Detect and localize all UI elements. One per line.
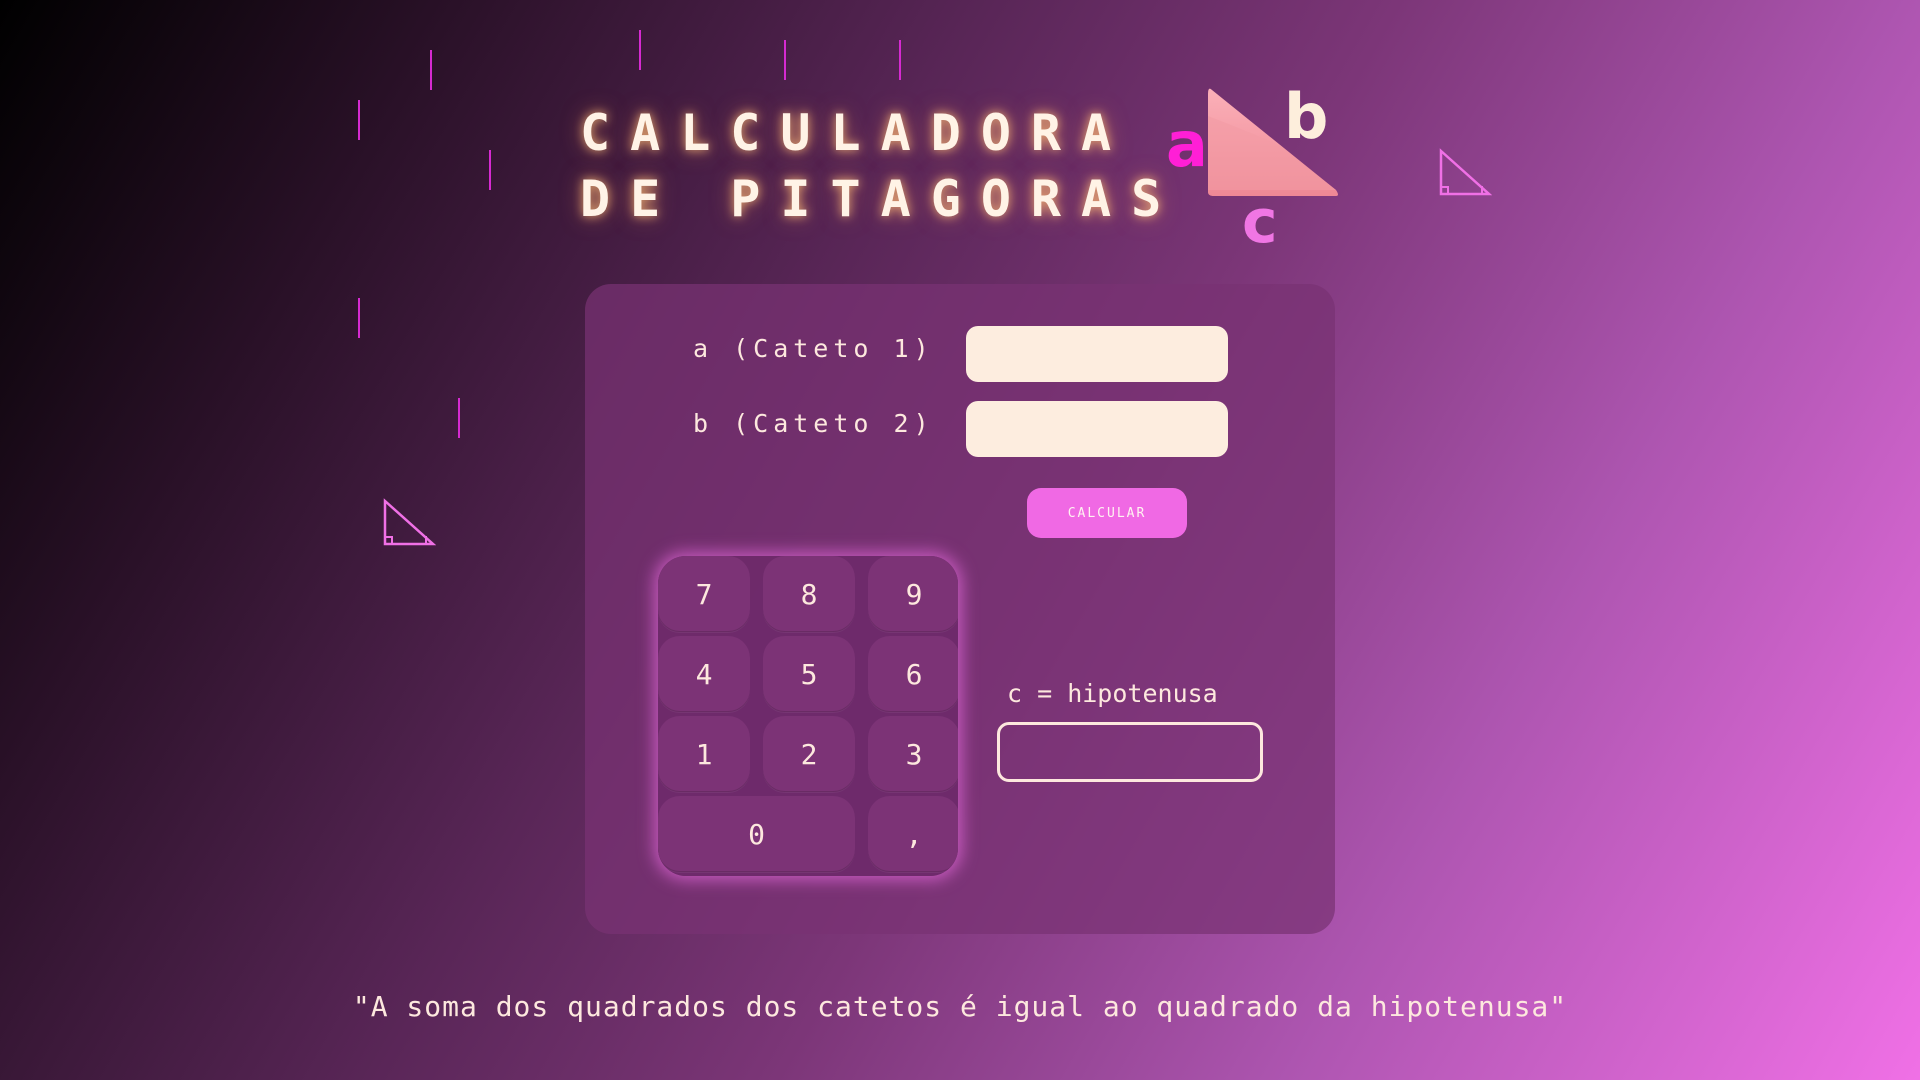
logo-letter-c: c — [1242, 187, 1278, 256]
decorative-line — [430, 50, 432, 90]
key-4[interactable]: 4 — [658, 636, 750, 712]
right-triangle-outline-icon — [383, 498, 436, 546]
calculate-button[interactable]: CALCULAR — [1027, 488, 1187, 538]
cateto-a-input[interactable] — [966, 326, 1228, 382]
key-7[interactable]: 7 — [658, 556, 750, 632]
numeric-keypad: 7 8 9 4 5 6 1 2 3 0 , — [658, 556, 958, 876]
key-3[interactable]: 3 — [868, 716, 958, 792]
key-9[interactable]: 9 — [868, 556, 958, 632]
cateto-b-label: b (Cateto 2) — [693, 409, 934, 438]
key-6[interactable]: 6 — [868, 636, 958, 712]
right-triangle-logo-icon: a b c — [1166, 80, 1338, 256]
key-comma[interactable]: , — [868, 796, 958, 872]
page-title: CALCULADORA DE PITAGORAS — [580, 100, 1181, 232]
decorative-line — [489, 150, 491, 190]
pythagoras-quote: "A soma dos quadrados dos catetos é igua… — [352, 990, 1568, 1023]
key-8[interactable]: 8 — [763, 556, 855, 632]
decorative-line — [639, 30, 641, 70]
decorative-line — [458, 398, 460, 438]
logo-letter-a: a — [1166, 108, 1208, 181]
hypotenuse-output[interactable] — [997, 722, 1263, 782]
decorative-line — [899, 40, 901, 80]
decorative-line — [358, 298, 360, 338]
title-line-1: CALCULADORA — [580, 104, 1132, 162]
cateto-b-input[interactable] — [966, 401, 1228, 457]
decorative-line — [784, 40, 786, 80]
cateto-a-label: a (Cateto 1) — [693, 334, 934, 363]
hypotenuse-label: c = hipotenusa — [1007, 679, 1218, 708]
decorative-line — [358, 100, 360, 140]
key-2[interactable]: 2 — [763, 716, 855, 792]
key-0[interactable]: 0 — [658, 796, 855, 872]
key-5[interactable]: 5 — [763, 636, 855, 712]
key-1[interactable]: 1 — [658, 716, 750, 792]
logo-letter-b: b — [1284, 80, 1328, 153]
right-triangle-outline-icon — [1439, 148, 1492, 196]
title-line-2: DE PITAGORAS — [580, 170, 1182, 228]
calculator-panel: a (Cateto 1) b (Cateto 2) CALCULAR 7 8 9… — [585, 284, 1335, 934]
